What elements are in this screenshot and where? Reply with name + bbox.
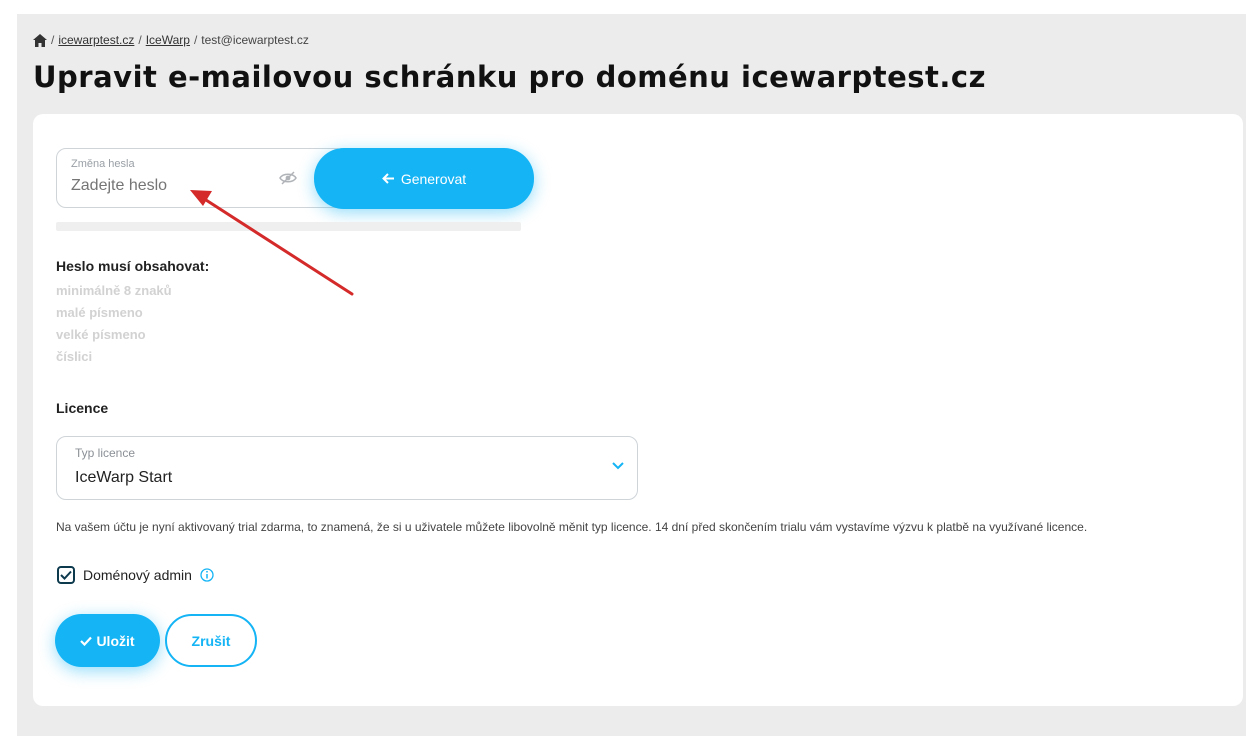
licence-heading: Licence	[56, 400, 109, 416]
password-field[interactable]: Změna hesla	[56, 148, 346, 208]
domain-admin-label[interactable]: Doménový admin	[83, 567, 192, 583]
password-field-label: Změna hesla	[71, 158, 135, 170]
trial-licence-note: Na vašem účtu je nyní aktivovaný trial z…	[56, 520, 1088, 534]
licence-type-select[interactable]: Typ licence IceWarp Start	[56, 436, 638, 500]
requirements-title: Heslo musí obsahovat:	[56, 258, 210, 274]
checkmark-icon	[60, 570, 72, 580]
requirement-item: malé písmeno	[56, 305, 143, 320]
breadcrumb-link-icewarp[interactable]: IceWarp	[146, 33, 190, 47]
page-title: Upravit e-mailovou schránku pro doménu i…	[33, 60, 986, 94]
checkmark-icon	[80, 636, 93, 646]
password-strength-bar	[56, 222, 521, 231]
generate-password-button[interactable]: Generovat	[314, 148, 534, 209]
requirement-item: minimálně 8 znaků	[56, 283, 172, 298]
eye-off-icon[interactable]	[279, 171, 297, 185]
licence-select-label: Typ licence	[75, 446, 136, 460]
breadcrumb: / icewarptest.cz / IceWarp / test@icewar…	[33, 33, 309, 47]
generate-button-label: Generovat	[400, 170, 467, 187]
arrow-left-icon	[381, 173, 394, 184]
breadcrumb-separator: /	[51, 33, 55, 47]
domain-admin-checkbox[interactable]	[57, 566, 75, 584]
password-input[interactable]	[71, 177, 261, 195]
save-button-label: Uložit	[96, 632, 135, 649]
breadcrumb-separator: /	[138, 33, 142, 47]
chevron-down-icon	[612, 462, 624, 470]
save-button[interactable]: Uložit	[55, 614, 160, 667]
requirement-item: číslici	[56, 349, 93, 364]
requirements-list: minimálně 8 znaků malé písmeno velké pís…	[56, 280, 172, 368]
breadcrumb-separator: /	[193, 33, 198, 47]
licence-select-value: IceWarp Start	[75, 469, 173, 486]
breadcrumb-current: test@icewarptest.cz	[201, 33, 309, 47]
breadcrumb-link-domain[interactable]: icewarptest.cz	[58, 33, 134, 47]
home-icon[interactable]	[33, 33, 47, 47]
domain-admin-row: Doménový admin	[57, 566, 214, 584]
info-icon[interactable]	[200, 568, 214, 582]
cancel-button[interactable]: Zrušit	[165, 614, 257, 667]
requirement-item: velké písmeno	[56, 327, 146, 342]
